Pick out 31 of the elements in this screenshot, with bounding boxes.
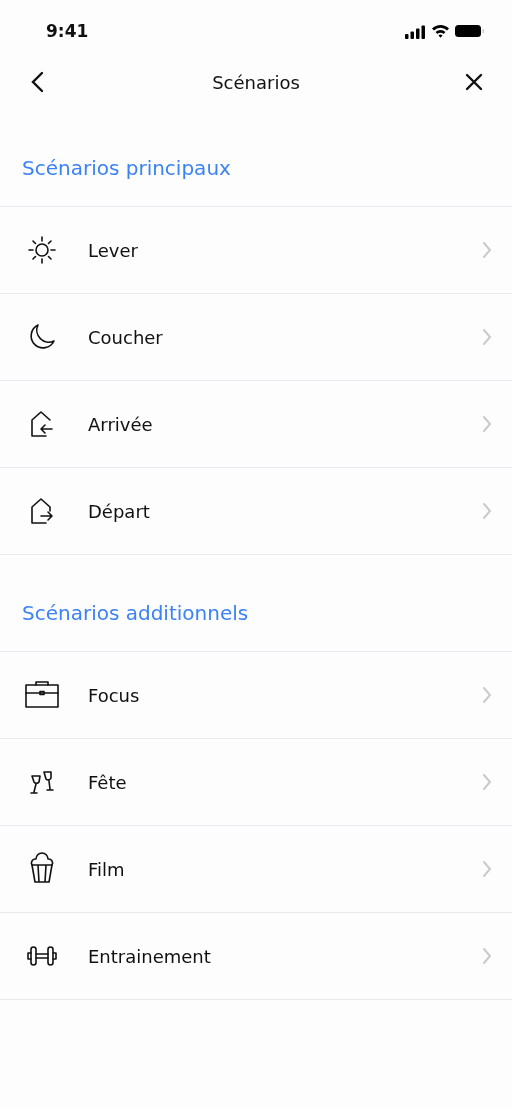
scenario-label: Film (88, 858, 126, 880)
scenario-label: Lever (88, 239, 139, 261)
scenario-row[interactable]: Coucher (0, 294, 512, 381)
scenario-label: Départ (88, 500, 151, 522)
section-title: Scénarios principaux (21, 155, 232, 182)
chevron-icon (482, 502, 492, 520)
chevron-icon (482, 773, 492, 791)
section-title: Scénarios additionnels (21, 600, 250, 627)
chevron-icon (482, 328, 492, 346)
chevron-icon (482, 241, 492, 259)
signal-icon (405, 23, 425, 39)
chevron-icon (482, 947, 492, 965)
status-time: 9:41 (46, 21, 89, 41)
chevron-icon (482, 415, 492, 433)
scenario-label: Focus (88, 684, 141, 706)
wifi-icon (431, 24, 449, 38)
battery-icon (455, 25, 484, 37)
scenario-label: Entrainement (88, 945, 212, 967)
chevron-icon (482, 686, 492, 704)
scenario-row[interactable]: Entrainement (0, 913, 512, 1000)
scenario-label: Arrivée (88, 413, 154, 435)
scenario-row[interactable]: Focus (0, 652, 512, 739)
chevron-icon (482, 860, 492, 878)
scenario-row[interactable]: Lever (0, 207, 512, 294)
scenario-row[interactable]: Fête (0, 739, 512, 826)
scenario-row[interactable]: Arrivée (0, 381, 512, 468)
scenario-row[interactable]: Départ (0, 468, 512, 555)
scenario-label: Coucher (88, 326, 164, 348)
scenario-row[interactable]: Film (0, 826, 512, 913)
scenario-label: Fête (88, 771, 128, 793)
page-title: Scénarios (212, 71, 300, 93)
